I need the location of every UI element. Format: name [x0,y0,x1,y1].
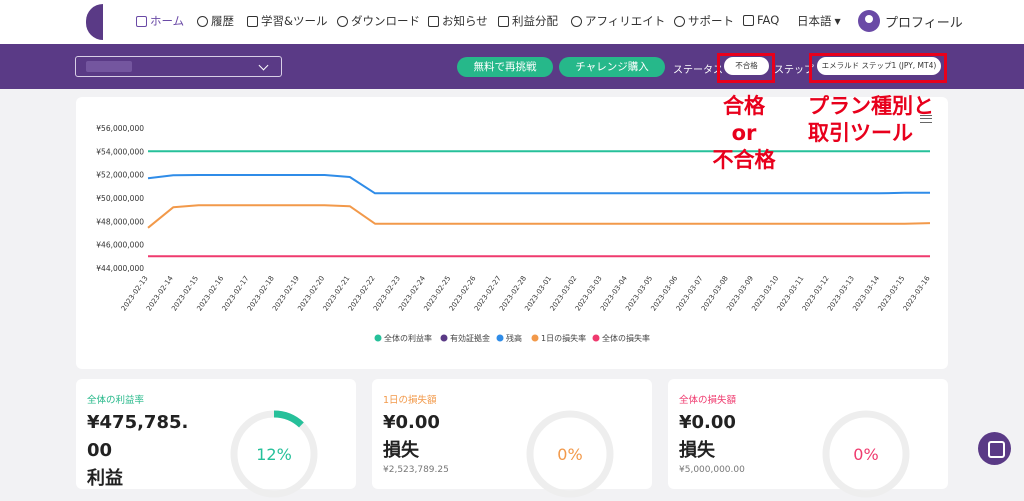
nav-history[interactable]: 履歴 [197,13,234,29]
graduation-cap-icon [247,15,258,27]
ring-percent: 0% [853,445,878,464]
language-select[interactable]: 日本語 ▼ [797,13,841,29]
top-navbar: ホーム 履歴 学習&ツール ダウンロード お知らせ 利益分配 アフィリエイト サ… [0,0,1024,44]
question-icon [743,14,754,26]
clock-icon [197,15,208,27]
ring-percent: 12% [256,445,292,464]
chevron-down-icon [258,60,269,71]
card-label: 1日の損失額 [383,395,437,406]
cloud-download-icon [337,15,348,27]
progress-ring: 0% [526,410,614,498]
ring-percent: 0% [557,445,582,464]
logo[interactable] [86,4,103,40]
progress-ring: 12% [230,410,318,498]
nav-profit-share[interactable]: 利益分配 [498,13,558,29]
nav-profile[interactable]: プロフィール [885,12,963,31]
nav-home[interactable]: ホーム [136,13,184,29]
card-sub-value: ¥2,523,789.25 [383,465,449,475]
card-total-profit: 全体の利益率 ¥475,785. 00 利益 12% [76,379,356,498]
nav-support[interactable]: サポート [674,13,734,29]
status-annotation: 合格 or 不合格 [712,94,776,172]
card-daily-loss: 1日の損失額 ¥0.00 損失 ¥2,523,789.25 0% [372,379,652,498]
account-name-blurred [86,61,132,72]
card-value: ¥0.00 損失 [679,412,736,461]
card-value: ¥0.00 損失 [383,412,440,461]
step-highlight-box [809,53,947,83]
status-label: ステータス [673,65,723,76]
chat-button[interactable] [978,432,1011,465]
nav-download[interactable]: ダウンロード [337,13,420,29]
card-label: 全体の損失額 [679,395,737,406]
home-icon [136,15,147,27]
card-total-loss: 全体の損失額 ¥0.00 損失 ¥5,000,000.00 0% [668,379,948,498]
caret-down-icon: ▼ [834,16,841,26]
receipt-icon [498,15,509,27]
avatar[interactable] [858,10,880,32]
headset-icon [674,15,685,27]
plan-annotation: プラン種別と 取引ツール [808,94,934,145]
nav-news[interactable]: お知らせ [428,13,488,29]
card-value: ¥475,785. 00 利益 [87,412,189,489]
card-sub-value: ¥5,000,000.00 [679,465,745,475]
card-label: 全体の利益率 [87,395,145,406]
progress-ring: 0% [822,410,910,498]
buy-challenge-button[interactable]: チャレンジ購入 [559,57,665,77]
nav-learning[interactable]: 学習&ツール [247,13,327,29]
account-select[interactable] [75,56,282,77]
retry-free-button[interactable]: 無料で再挑戦 [457,57,553,77]
nav-affiliate[interactable]: アフィリエイト [571,13,665,29]
step-label: ステップ [774,65,814,76]
status-highlight-box [717,53,775,83]
nav-faq[interactable]: FAQ [743,13,779,27]
document-icon [428,15,439,27]
users-icon [571,15,582,27]
